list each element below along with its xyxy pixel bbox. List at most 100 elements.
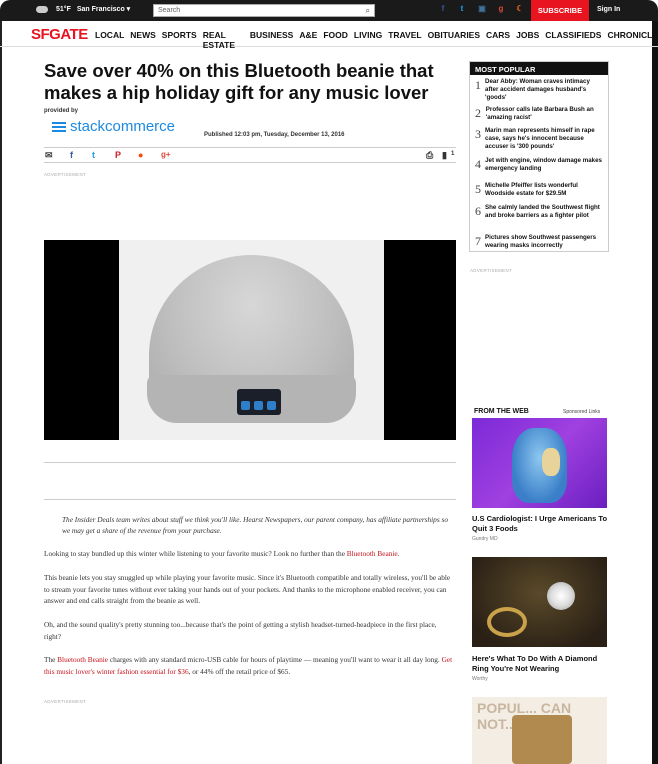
- headline-link[interactable]: Professor calls late Barbara Bush an 'am…: [486, 106, 603, 122]
- temperature: 51°F: [56, 5, 71, 13]
- pinterest-share-icon[interactable]: P: [115, 150, 121, 160]
- nav-item-real-estate[interactable]: REAL ESTATE: [203, 30, 244, 50]
- most-popular-item[interactable]: 1 Dear Abby: Woman craves intimacy after…: [475, 78, 603, 101]
- nav-items: LOCAL NEWS SPORTS REAL ESTATE BUSINESS A…: [95, 30, 658, 50]
- google-plus-share-icon[interactable]: g+: [161, 150, 171, 159]
- bluetooth-beanie-link[interactable]: Bluetooth Beanie: [57, 655, 108, 664]
- most-popular-item[interactable]: 2 Professor calls late Barbara Bush an '…: [475, 106, 603, 122]
- nav-item-news[interactable]: NEWS: [130, 30, 156, 50]
- bluetooth-beanie-link[interactable]: Bluetooth Beanie: [347, 549, 398, 558]
- most-popular-item[interactable]: 3 Marin man represents himself in rape c…: [475, 127, 603, 150]
- instagram-icon[interactable]: ▣: [476, 4, 488, 13]
- rank-number: 5: [475, 182, 481, 196]
- nav-item-local[interactable]: LOCAL: [95, 30, 124, 50]
- nav-item-travel[interactable]: TRAVEL: [388, 30, 421, 50]
- most-popular-item[interactable]: 6 She calmly landed the Southwest flight…: [475, 204, 603, 220]
- subscribe-button[interactable]: SUBSCRIBE: [531, 0, 589, 21]
- top-bar: 51°F San Francisco ▾ Search ⌕ f t ▣ g ☾ …: [0, 0, 658, 21]
- ad-image-diamond-ring[interactable]: [472, 557, 607, 647]
- comment-icon[interactable]: ▮: [442, 150, 447, 161]
- paragraph-1: Looking to stay bundled up this winter w…: [44, 548, 454, 560]
- control-button: [254, 401, 263, 410]
- nav-item-cars[interactable]: CARS: [486, 30, 510, 50]
- nav-item-living[interactable]: LIVING: [354, 30, 382, 50]
- rank-number: 2: [475, 106, 481, 120]
- nav-item-ae[interactable]: A&E: [299, 30, 317, 50]
- rank-number: 6: [475, 204, 481, 218]
- rank-number: 1: [475, 78, 481, 92]
- divider: [44, 499, 456, 500]
- weather-widget[interactable]: 51°F San Francisco ▾: [36, 5, 130, 13]
- paragraph-text: , or 44% off the retail price of $65.: [188, 666, 291, 676]
- control-button: [241, 401, 250, 410]
- published-date: Published 12:03 pm, Tuesday, December 13…: [204, 132, 345, 138]
- nav-item-business[interactable]: BUSINESS: [250, 30, 293, 50]
- headline-link[interactable]: Marin man represents himself in rape cas…: [485, 127, 603, 150]
- window-frame-left: [0, 21, 2, 764]
- ad-image-tactical-pouch[interactable]: POPUL... CAN NOT...: [472, 697, 607, 764]
- ad-title[interactable]: Here's What To Do With A Diamond Ring Yo…: [472, 654, 612, 673]
- paragraph-text: The: [44, 655, 58, 664]
- nav-item-sports[interactable]: SPORTS: [162, 30, 197, 50]
- stackcommerce-logo-mark: [52, 120, 66, 134]
- search-placeholder: Search: [158, 7, 181, 14]
- most-popular-item[interactable]: 5 Michelle Pfeiffer lists wonderful Wood…: [475, 182, 603, 198]
- organ-illustration: [542, 448, 560, 476]
- sfgate-logo[interactable]: SFGATE: [31, 26, 88, 43]
- pouch-illustration: [512, 715, 572, 764]
- paragraph-text: charges with any standard micro-USB cabl…: [108, 655, 442, 664]
- nav-item-jobs[interactable]: JOBS: [516, 30, 539, 50]
- paragraph-4: The Bluetooth Beanie charges with any st…: [44, 654, 454, 677]
- paragraph-2: This beanie lets you stay snuggled up wh…: [44, 573, 451, 605]
- rss-icon[interactable]: ☾: [514, 4, 526, 13]
- paragraph-3: Oh, and the sound quality's pretty stunn…: [44, 620, 437, 641]
- sign-in-link[interactable]: Sign In: [597, 6, 620, 13]
- most-popular-item[interactable]: 4 Jet with engine, window damage makes e…: [475, 157, 603, 173]
- ad-image-cardiologist[interactable]: [472, 418, 607, 508]
- facebook-icon[interactable]: f: [437, 4, 449, 13]
- most-popular-item[interactable]: 7 Pictures show Southwest passengers wea…: [475, 234, 603, 250]
- headline-link[interactable]: Dear Abby: Woman craves intimacy after a…: [485, 78, 603, 101]
- sponsored-links-label[interactable]: Sponsored Links: [563, 409, 600, 415]
- rank-number: 3: [475, 127, 481, 141]
- headline-link[interactable]: Pictures show Southwest passengers weari…: [485, 234, 603, 250]
- reddit-share-icon[interactable]: ●: [138, 150, 143, 160]
- most-popular-panel: MOST POPULAR 1 Dear Abby: Woman craves i…: [469, 61, 609, 252]
- search-icon[interactable]: ⌕: [366, 6, 370, 16]
- nav-item-chronicle[interactable]: CHRONICLE: [607, 30, 658, 50]
- divider: [44, 462, 456, 463]
- email-icon[interactable]: ✉: [45, 150, 53, 161]
- rank-number: 4: [475, 157, 481, 171]
- print-icon[interactable]: ⎙: [426, 150, 433, 161]
- rank-number: 7: [475, 234, 481, 248]
- search-input[interactable]: Search ⌕: [153, 4, 375, 17]
- city-selector[interactable]: San Francisco ▾: [77, 5, 130, 13]
- headline-link[interactable]: She calmly landed the Southwest flight a…: [485, 204, 603, 220]
- facebook-share-icon[interactable]: f: [70, 150, 73, 160]
- comment-count[interactable]: 1: [451, 151, 454, 157]
- nav-item-food[interactable]: FOOD: [323, 30, 348, 50]
- from-the-web-title: FROM THE WEB: [474, 408, 529, 415]
- headline-link[interactable]: Jet with engine, window damage makes eme…: [485, 157, 603, 173]
- provided-by-label: provided by: [44, 108, 79, 114]
- headline-link[interactable]: Michelle Pfeiffer lists wonderful Woodsi…: [485, 182, 603, 198]
- article-headline: Save over 40% on this Bluetooth beanie t…: [44, 60, 434, 103]
- nav-item-classifieds[interactable]: CLASSIFIEDS: [545, 30, 601, 50]
- nav-item-obituaries[interactable]: OBITUARIES: [428, 30, 480, 50]
- stackcommerce-logo[interactable]: stackcommerce: [52, 118, 175, 135]
- most-popular-title: MOST POPULAR: [470, 62, 608, 75]
- advertisement-label: ADVERTISEMENT: [44, 172, 87, 177]
- main-nav: SFGATE LOCAL NEWS SPORTS REAL ESTATE BUS…: [0, 21, 658, 50]
- cloud-icon: [36, 5, 48, 13]
- paragraph-text: Looking to stay bundled up this winter w…: [44, 549, 347, 558]
- window-frame-right: [652, 21, 658, 764]
- twitter-share-icon[interactable]: t: [92, 150, 95, 160]
- advertisement-label: ADVERTISEMENT: [470, 268, 513, 273]
- affiliate-disclosure: The Insider Deals team writes about stuf…: [62, 515, 448, 535]
- control-button: [267, 401, 276, 410]
- google-plus-icon[interactable]: g: [495, 4, 507, 13]
- twitter-icon[interactable]: t: [456, 4, 468, 13]
- stackcommerce-logo-text: stackcommerce: [70, 118, 176, 135]
- ad-title[interactable]: U.S Cardiologist: I Urge Americans To Qu…: [472, 514, 612, 533]
- article-image[interactable]: [44, 240, 456, 440]
